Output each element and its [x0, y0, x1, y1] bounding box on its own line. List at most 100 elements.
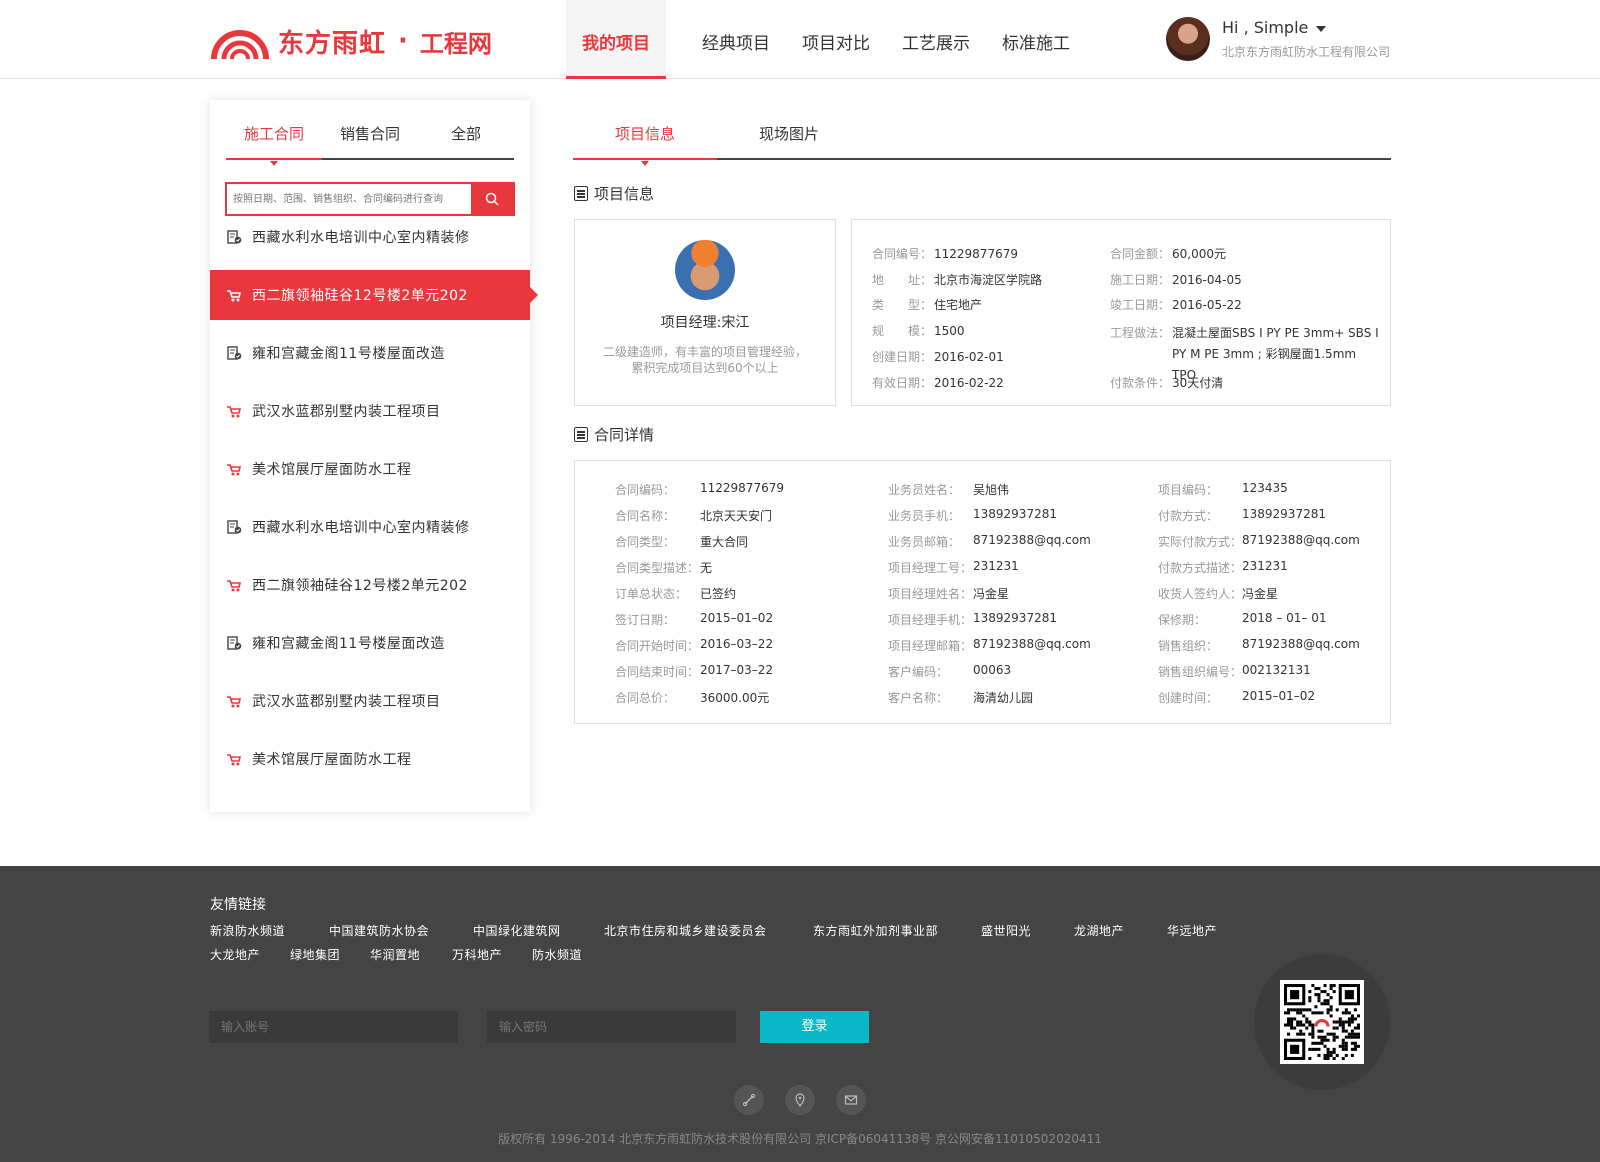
project-list-item[interactable]: 雍和宫藏金阁11号楼屋面改造	[210, 618, 530, 668]
friend-link[interactable]: 绿地集团	[290, 946, 340, 963]
tab-all[interactable]: 全部	[418, 114, 514, 158]
info-value: 北京市海淀区学院路	[934, 273, 1043, 287]
contract-key: 付款方式：	[1158, 509, 1219, 523]
nav-standard-construction[interactable]: 标准施工	[986, 0, 1086, 79]
document-icon	[574, 427, 588, 442]
search-button[interactable]	[471, 184, 513, 214]
contract-row: 项目经理邮箱： 87192388@qq.com	[888, 637, 1091, 654]
contract-key: 销售组织：	[1158, 639, 1219, 653]
project-name: 美术馆展厅屋面防水工程	[252, 752, 412, 768]
info-value: 2016-05-22	[1172, 298, 1242, 312]
contract-value: 2015–01–02	[700, 611, 774, 625]
wheelbarrow-icon	[227, 580, 242, 592]
section-project-info: 项目信息	[574, 183, 654, 204]
list-icon	[574, 186, 588, 201]
contract-row: 合同总价： 36000.00元	[615, 689, 769, 706]
location-icon[interactable]	[785, 1085, 815, 1115]
friend-link[interactable]: 大龙地产	[210, 946, 260, 963]
tab-construction-contract[interactable]: 施工合同	[226, 114, 322, 166]
contract-row: 项目经理姓名： 冯金星	[888, 585, 1009, 602]
info-row: 付款条件： 30天付清	[1110, 375, 1223, 391]
info-value: 30天付清	[1172, 376, 1224, 390]
info-key: 地 址：	[872, 273, 933, 287]
project-list-item[interactable]: 西二旗领袖硅谷12号楼2单元202	[210, 270, 538, 320]
contract-value: 冯金星	[973, 587, 1010, 601]
qr-code-wrapper	[1254, 954, 1390, 1090]
wheelbarrow-icon	[227, 696, 242, 708]
main-nav: 我的项目 经典项目 项目对比 工艺展示 标准施工	[566, 0, 1086, 79]
user-greeting[interactable]: Hi , Simple	[1222, 18, 1390, 37]
project-list-item[interactable]: 西藏水利水电培训中心室内精装修	[210, 502, 530, 552]
password-input[interactable]	[487, 1011, 736, 1043]
contract-row: 合同编码： 11229877679	[615, 481, 784, 498]
contract-value: 87192388@qq.com	[1242, 533, 1360, 547]
friend-link[interactable]: 华润置地	[370, 946, 420, 963]
contract-detail-card: 合同编码： 11229877679 合同名称： 北京天天安门 合同类型： 重大合同 合同类型…	[574, 460, 1391, 724]
project-list-item[interactable]: 美术馆展厅屋面防水工程	[210, 444, 530, 494]
manager-photo	[675, 240, 735, 300]
contract-key: 项目经理手机：	[888, 613, 973, 627]
account-input[interactable]	[209, 1011, 458, 1043]
logo[interactable]: 东方雨虹 · 工程网	[210, 22, 492, 60]
friend-link[interactable]: 中国绿化建筑网	[473, 922, 561, 939]
friend-link[interactable]: 中国建筑防水协会	[329, 922, 429, 939]
project-list-item[interactable]: 雍和宫藏金阁11号楼屋面改造	[210, 328, 530, 378]
friend-link[interactable]: 万科地产	[452, 946, 502, 963]
contract-value: 已签约	[700, 587, 737, 601]
contract-row: 付款方式： 13892937281	[1158, 507, 1326, 524]
project-info-card: 合同编号： 11229877679 地 址： 北京市海淀区学院路类 型： 住宅地产规 模…	[851, 219, 1391, 406]
nav-classic-projects[interactable]: 经典项目	[686, 0, 786, 79]
avatar[interactable]	[1166, 17, 1210, 61]
friend-link[interactable]: 华远地产	[1167, 922, 1217, 939]
tab-project-info[interactable]: 项目信息	[573, 114, 717, 166]
contract-row: 销售组织编号： 002132131	[1158, 663, 1311, 680]
project-name: 西二旗领袖硅谷12号楼2单元202	[252, 578, 468, 594]
info-row: 类 型： 住宅地产	[872, 297, 982, 313]
contract-key: 签订日期：	[615, 613, 676, 627]
contract-row: 实际付款方式： 87192388@qq.com	[1158, 533, 1360, 550]
friend-link[interactable]: 北京市住房和城乡建设委员会	[604, 922, 767, 939]
contract-key: 收货人签约人：	[1158, 587, 1243, 601]
project-name: 西藏水利水电培训中心室内精装修	[252, 520, 470, 536]
manager-desc: 二级建造师，有丰富的项目管理经验，累积完成项目达到60个以上	[602, 345, 807, 375]
contract-key: 项目经理姓名：	[888, 587, 973, 601]
info-key: 合同金额：	[1110, 247, 1171, 261]
project-search	[225, 182, 515, 216]
contract-row: 创建时间： 2015–01–02	[1158, 689, 1315, 706]
search-input[interactable]	[227, 184, 471, 214]
user-menu[interactable]: Hi , Simple 北京东方雨虹防水工程有限公司	[1166, 17, 1390, 61]
phone-icon[interactable]	[734, 1085, 764, 1115]
info-row: 规 模： 1500	[872, 323, 965, 339]
info-key: 竣工日期：	[1110, 298, 1171, 312]
doc-check-icon	[227, 520, 242, 534]
friend-link[interactable]: 东方雨虹外加剂事业部	[813, 922, 938, 939]
friend-link[interactable]: 盛世阳光	[981, 922, 1031, 939]
info-key: 创建日期：	[872, 350, 933, 364]
contract-key: 销售组织编号：	[1158, 665, 1243, 679]
friend-link[interactable]: 龙湖地产	[1074, 922, 1124, 939]
caret-down-icon[interactable]	[1316, 25, 1327, 32]
nav-my-projects[interactable]: 我的项目	[566, 0, 666, 79]
brand-name: 东方雨虹	[278, 28, 387, 59]
project-list-item[interactable]: 西二旗领袖硅谷12号楼2单元202	[210, 560, 530, 610]
contract-row: 合同结束时间： 2017–03–22	[615, 663, 773, 680]
project-list-item[interactable]: 武汉水蓝郡别墅内装工程项目	[210, 386, 530, 436]
project-list-item[interactable]: 武汉水蓝郡别墅内装工程项目	[210, 676, 530, 726]
contract-key: 业务员手机：	[888, 509, 961, 523]
tab-site-photos[interactable]: 现场图片	[717, 114, 861, 158]
project-list-item[interactable]: 美术馆展厅屋面防水工程	[210, 734, 530, 784]
mail-icon[interactable]	[836, 1085, 866, 1115]
project-name: 武汉水蓝郡别墅内装工程项目	[252, 404, 441, 420]
friend-link[interactable]: 新浪防水频道	[210, 922, 285, 939]
friend-link[interactable]: 防水频道	[532, 946, 582, 963]
contract-row: 销售组织： 87192388@qq.com	[1158, 637, 1360, 654]
project-list-item[interactable]: 西藏水利水电培训中心室内精装修	[210, 212, 530, 262]
contract-row: 客户名称： 海清幼儿园	[888, 689, 1033, 706]
contract-key: 业务员姓名：	[888, 483, 961, 497]
tab-sales-contract[interactable]: 销售合同	[322, 114, 418, 158]
login-button[interactable]: 登录	[760, 1011, 869, 1043]
nav-craft-display[interactable]: 工艺展示	[886, 0, 986, 79]
manager-name: 项目经理:宋江	[660, 315, 750, 331]
info-key: 施工日期：	[1110, 273, 1171, 287]
nav-project-compare[interactable]: 项目对比	[786, 0, 886, 79]
